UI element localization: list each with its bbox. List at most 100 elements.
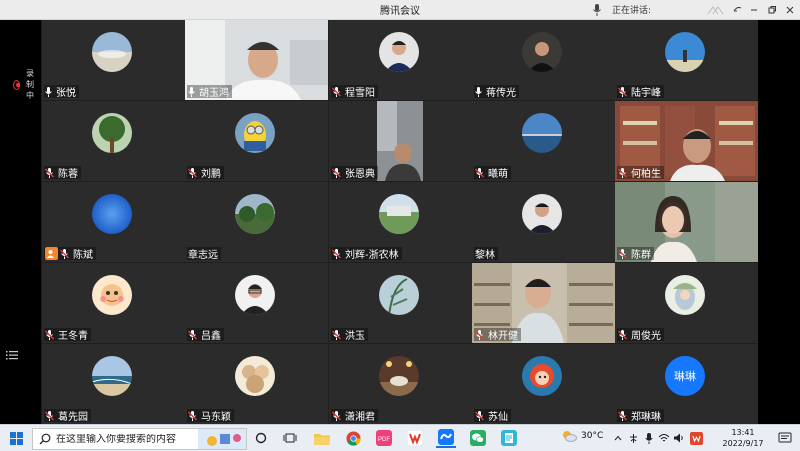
participant-name: 刘鹏 [201,169,221,180]
participant-tile[interactable]: 张悦 [42,20,185,100]
participant-tile[interactable]: 曦萌 [472,101,615,181]
participant-name: 蒋传光 [486,88,516,99]
participant-name-tag: 章志远 [187,247,221,261]
network-button[interactable] [657,428,671,448]
microphone-icon [618,86,629,97]
participant-name-tag: 苏仙 [474,409,511,423]
show-hidden-icons-button[interactable] [612,428,624,448]
microphone-icon [45,329,56,340]
partly-cloudy-icon [563,431,577,442]
participant-name: 章志远 [188,250,218,261]
microphone-icon [475,167,486,178]
volume-button[interactable] [672,428,686,448]
system-clock[interactable]: 13:41 2022/9/17 [718,427,768,449]
participant-name-tag: 程雪阳 [331,85,378,99]
file-explorer-button[interactable] [312,428,332,448]
mic-tray-button[interactable] [642,428,656,448]
microphone-icon [60,248,71,259]
notes-button[interactable] [499,428,519,448]
participant-tile[interactable]: 刘鹏 [185,101,328,181]
participant-tile[interactable]: 琳琳 郑琳琳 [615,344,758,424]
participant-tile[interactable]: 程雪阳 [329,20,472,100]
avatar [665,32,705,72]
svg-text:PDF: PDF [378,437,390,443]
tencent-meeting-button[interactable] [436,428,456,448]
participant-name: 胡玉鸿 [199,88,229,99]
task-view-button[interactable] [280,428,300,448]
microphone-icon [332,167,343,178]
participant-name: 周俊光 [631,331,661,342]
close-button[interactable] [780,0,800,19]
participant-tile[interactable]: 刘辉-浙农林 [329,182,472,262]
participant-name-tag: 马东颖 [187,409,234,423]
weather-widget[interactable]: 30°C [561,430,603,442]
participant-tile[interactable]: 潇湘君 [329,344,472,424]
participant-tile[interactable]: 陈斌 [42,182,185,262]
taskbar-search[interactable] [32,428,247,450]
participant-name: 张悦 [56,88,76,99]
participant-tile[interactable]: 何柏生 [615,101,758,181]
chrome-icon [345,430,361,446]
microphone-icon [45,86,54,97]
participant-tile[interactable]: 胡玉鸿 [185,20,328,100]
folder-icon [314,433,330,445]
wps-tray-icon [689,431,703,445]
avatar [235,356,275,396]
participant-tile[interactable]: 苏仙 [472,344,615,424]
windows-logo-icon [9,431,23,445]
participant-name-tag: 胡玉鸿 [187,85,232,99]
participant-tile[interactable]: 章志远 [185,182,328,262]
avatar [379,275,419,315]
ime-button[interactable] [626,428,640,448]
participant-name-tag: 周俊光 [617,328,664,342]
notification-center-button[interactable] [775,428,795,448]
participant-tile[interactable]: 马东颖 [185,344,328,424]
participant-name-tag: 洪玉 [331,328,368,342]
wps-tray-button[interactable] [688,428,704,448]
avatar [92,194,132,234]
participant-tile[interactable]: 王冬青 [42,263,185,343]
pdf-reader-button[interactable]: PDF [374,428,394,448]
participant-tile[interactable]: 张恩典 [329,101,472,181]
clock-time: 13:41 [731,428,755,437]
minimize-button[interactable] [744,0,764,19]
member-list-icon[interactable] [6,350,18,360]
participant-name: 潇湘君 [345,412,375,423]
avatar [92,356,132,396]
participant-tile[interactable]: 洪玉 [329,263,472,343]
participant-tile[interactable]: 黎林 [472,182,615,262]
participant-tile[interactable]: 吕鑫 [185,263,328,343]
participant-name: 曦萌 [488,169,508,180]
input-method-icon [629,433,637,443]
avatar [92,113,132,153]
chrome-button[interactable] [343,428,363,448]
participant-name: 吕鑫 [201,331,221,342]
task-view-icon [283,433,297,443]
participant-tile[interactable]: 林开健 [472,263,615,343]
participant-name-tag: 吕鑫 [187,328,224,342]
participant-tile[interactable]: 陈蓉 [42,101,185,181]
participant-tile[interactable]: 周俊光 [615,263,758,343]
participant-name-tag: 曦萌 [474,166,511,180]
participant-name: 洪玉 [345,331,365,342]
participant-tile[interactable]: 葛先园 [42,344,185,424]
avatar [235,275,275,315]
wps-button[interactable] [405,428,425,448]
avatar [522,356,562,396]
participant-name: 林开健 [488,331,518,342]
speaker-icon [674,433,683,443]
participant-name-tag: 郑琳琳 [617,409,664,423]
participant-tile[interactable]: 蒋传光 [472,20,615,100]
notes-icon [501,430,517,446]
search-input[interactable] [56,433,191,445]
participant-tile[interactable]: 陆宇峰 [615,20,758,100]
microphone-icon [188,86,197,97]
participant-name-tag: 王冬青 [44,328,91,342]
restore-button[interactable] [762,0,782,19]
start-button[interactable] [6,428,26,448]
wechat-button[interactable] [468,428,488,448]
participant-tile[interactable]: 陈群 [615,182,758,262]
microphone-icon [332,248,343,259]
participant-name: 郑琳琳 [631,412,661,423]
cortana-button[interactable] [252,428,270,448]
